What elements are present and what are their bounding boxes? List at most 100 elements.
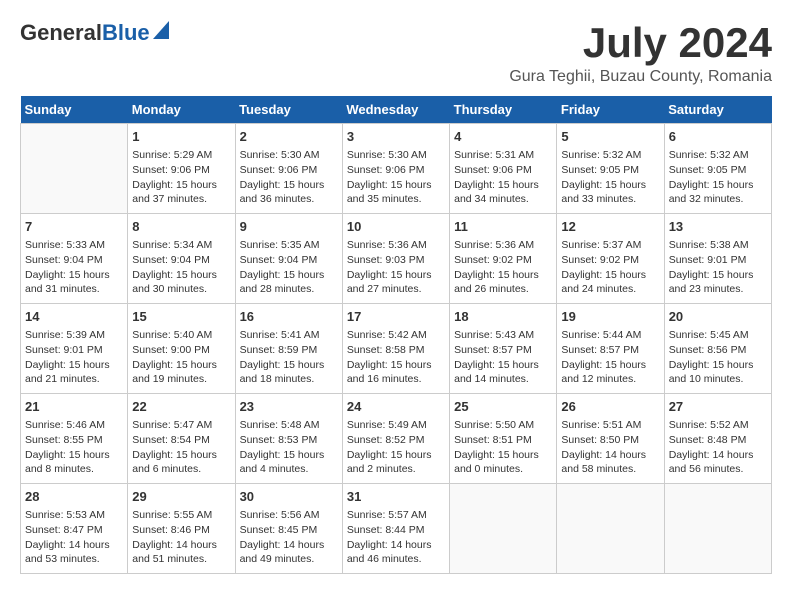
day-number: 3 — [347, 128, 445, 146]
calendar-cell: 6 Sunrise: 5:32 AMSunset: 9:05 PMDaylight… — [664, 124, 771, 214]
logo-icon — [153, 21, 169, 39]
day-number: 21 — [25, 398, 123, 416]
calendar-cell: 30 Sunrise: 5:56 AMSunset: 8:45 PMDayligh… — [235, 484, 342, 574]
calendar-cell: 26 Sunrise: 5:51 AMSunset: 8:50 PMDayligh… — [557, 394, 664, 484]
header-thursday: Thursday — [450, 96, 557, 124]
header-monday: Monday — [128, 96, 235, 124]
day-number: 6 — [669, 128, 767, 146]
day-info: Sunrise: 5:32 AMSunset: 9:05 PMDaylight:… — [669, 148, 767, 207]
day-info: Sunrise: 5:47 AMSunset: 8:54 PMDaylight:… — [132, 418, 230, 477]
day-info: Sunrise: 5:33 AMSunset: 9:04 PMDaylight:… — [25, 238, 123, 297]
day-info: Sunrise: 5:52 AMSunset: 8:48 PMDaylight:… — [669, 418, 767, 477]
day-number: 29 — [132, 488, 230, 506]
day-number: 1 — [132, 128, 230, 146]
month-title: July 2024 — [509, 20, 772, 66]
calendar-table: SundayMondayTuesdayWednesdayThursdayFrid… — [20, 96, 772, 574]
calendar-cell: 25Sunrise: 5:50 AMSunset: 8:51 PMDayligh… — [450, 394, 557, 484]
calendar-cell: 8 Sunrise: 5:34 AMSunset: 9:04 PMDaylight… — [128, 214, 235, 304]
day-number: 11 — [454, 218, 552, 236]
day-number: 27 — [669, 398, 767, 416]
day-number: 16 — [240, 308, 338, 326]
calendar-cell: 18 Sunrise: 5:43 AMSunset: 8:57 PMDayligh… — [450, 304, 557, 394]
day-number: 23 — [240, 398, 338, 416]
calendar-cell: 7 Sunrise: 5:33 AMSunset: 9:04 PMDaylight… — [21, 214, 128, 304]
day-info: Sunrise: 5:49 AMSunset: 8:52 PMDaylight:… — [347, 418, 445, 477]
day-number: 25 — [454, 398, 552, 416]
day-info: Sunrise: 5:56 AMSunset: 8:45 PMDaylight:… — [240, 508, 338, 567]
day-number: 5 — [561, 128, 659, 146]
calendar-cell: 20 Sunrise: 5:45 AMSunset: 8:56 PMDayligh… — [664, 304, 771, 394]
day-info: Sunrise: 5:41 AMSunset: 8:59 PMDaylight:… — [240, 328, 338, 387]
logo: GeneralBlue — [20, 20, 169, 46]
day-number: 28 — [25, 488, 123, 506]
day-number: 9 — [240, 218, 338, 236]
day-info: Sunrise: 5:53 AMSunset: 8:47 PMDaylight:… — [25, 508, 123, 567]
day-number: 20 — [669, 308, 767, 326]
day-number: 31 — [347, 488, 445, 506]
day-number: 30 — [240, 488, 338, 506]
calendar-cell: 11 Sunrise: 5:36 AMSunset: 9:02 PMDayligh… — [450, 214, 557, 304]
day-number: 2 — [240, 128, 338, 146]
week-row-1: 1 Sunrise: 5:29 AMSunset: 9:06 PMDaylight… — [21, 124, 772, 214]
calendar-cell — [21, 124, 128, 214]
day-number: 19 — [561, 308, 659, 326]
calendar-cell: 28 Sunrise: 5:53 AMSunset: 8:47 PMDayligh… — [21, 484, 128, 574]
calendar-cell: 2 Sunrise: 5:30 AMSunset: 9:06 PMDaylight… — [235, 124, 342, 214]
week-row-3: 14 Sunrise: 5:39 AMSunset: 9:01 PMDayligh… — [21, 304, 772, 394]
page-header: GeneralBlue July 2024 Gura Teghii, Buzau… — [20, 20, 772, 86]
calendar-cell: 5 Sunrise: 5:32 AMSunset: 9:05 PMDaylight… — [557, 124, 664, 214]
week-row-5: 28 Sunrise: 5:53 AMSunset: 8:47 PMDayligh… — [21, 484, 772, 574]
calendar-cell: 27 Sunrise: 5:52 AMSunset: 8:48 PMDayligh… — [664, 394, 771, 484]
day-info: Sunrise: 5:37 AMSunset: 9:02 PMDaylight:… — [561, 238, 659, 297]
day-number: 7 — [25, 218, 123, 236]
day-number: 14 — [25, 308, 123, 326]
calendar-cell: 4Sunrise: 5:31 AMSunset: 9:06 PMDaylight… — [450, 124, 557, 214]
calendar-cell: 21 Sunrise: 5:46 AMSunset: 8:55 PMDayligh… — [21, 394, 128, 484]
day-info: Sunrise: 5:32 AMSunset: 9:05 PMDaylight:… — [561, 148, 659, 207]
calendar-cell: 22 Sunrise: 5:47 AMSunset: 8:54 PMDayligh… — [128, 394, 235, 484]
calendar-cell: 3 Sunrise: 5:30 AMSunset: 9:06 PMDaylight… — [342, 124, 449, 214]
day-info: Sunrise: 5:48 AMSunset: 8:53 PMDaylight:… — [240, 418, 338, 477]
day-number: 12 — [561, 218, 659, 236]
day-info: Sunrise: 5:30 AMSunset: 9:06 PMDaylight:… — [347, 148, 445, 207]
day-info: Sunrise: 5:38 AMSunset: 9:01 PMDaylight:… — [669, 238, 767, 297]
calendar-cell: 23 Sunrise: 5:48 AMSunset: 8:53 PMDayligh… — [235, 394, 342, 484]
calendar-cell — [557, 484, 664, 574]
day-number: 8 — [132, 218, 230, 236]
day-info: Sunrise: 5:51 AMSunset: 8:50 PMDaylight:… — [561, 418, 659, 477]
calendar-cell — [664, 484, 771, 574]
calendar-cell: 16 Sunrise: 5:41 AMSunset: 8:59 PMDayligh… — [235, 304, 342, 394]
day-number: 4 — [454, 128, 552, 146]
week-row-2: 7 Sunrise: 5:33 AMSunset: 9:04 PMDaylight… — [21, 214, 772, 304]
calendar-cell: 29Sunrise: 5:55 AMSunset: 8:46 PMDayligh… — [128, 484, 235, 574]
calendar-cell: 24 Sunrise: 5:49 AMSunset: 8:52 PMDayligh… — [342, 394, 449, 484]
header-friday: Friday — [557, 96, 664, 124]
logo-blue: Blue — [102, 20, 150, 46]
calendar-cell: 13Sunrise: 5:38 AMSunset: 9:01 PMDayligh… — [664, 214, 771, 304]
day-number: 15 — [132, 308, 230, 326]
day-info: Sunrise: 5:34 AMSunset: 9:04 PMDaylight:… — [132, 238, 230, 297]
day-info: Sunrise: 5:39 AMSunset: 9:01 PMDaylight:… — [25, 328, 123, 387]
calendar-cell: 15Sunrise: 5:40 AMSunset: 9:00 PMDayligh… — [128, 304, 235, 394]
calendar-cell — [450, 484, 557, 574]
location-title: Gura Teghii, Buzau County, Romania — [509, 68, 772, 86]
day-info: Sunrise: 5:46 AMSunset: 8:55 PMDaylight:… — [25, 418, 123, 477]
header-saturday: Saturday — [664, 96, 771, 124]
header-tuesday: Tuesday — [235, 96, 342, 124]
week-row-4: 21 Sunrise: 5:46 AMSunset: 8:55 PMDayligh… — [21, 394, 772, 484]
day-info: Sunrise: 5:35 AMSunset: 9:04 PMDaylight:… — [240, 238, 338, 297]
day-info: Sunrise: 5:29 AMSunset: 9:06 PMDaylight:… — [132, 148, 230, 207]
day-number: 26 — [561, 398, 659, 416]
day-number: 10 — [347, 218, 445, 236]
calendar-header-row: SundayMondayTuesdayWednesdayThursdayFrid… — [21, 96, 772, 124]
day-info: Sunrise: 5:45 AMSunset: 8:56 PMDaylight:… — [669, 328, 767, 387]
day-number: 24 — [347, 398, 445, 416]
calendar-cell: 10Sunrise: 5:36 AMSunset: 9:03 PMDayligh… — [342, 214, 449, 304]
day-info: Sunrise: 5:43 AMSunset: 8:57 PMDaylight:… — [454, 328, 552, 387]
logo-text: GeneralBlue — [20, 20, 169, 46]
day-info: Sunrise: 5:36 AMSunset: 9:02 PMDaylight:… — [454, 238, 552, 297]
calendar-cell: 14 Sunrise: 5:39 AMSunset: 9:01 PMDayligh… — [21, 304, 128, 394]
day-info: Sunrise: 5:30 AMSunset: 9:06 PMDaylight:… — [240, 148, 338, 207]
day-number: 18 — [454, 308, 552, 326]
day-number: 22 — [132, 398, 230, 416]
